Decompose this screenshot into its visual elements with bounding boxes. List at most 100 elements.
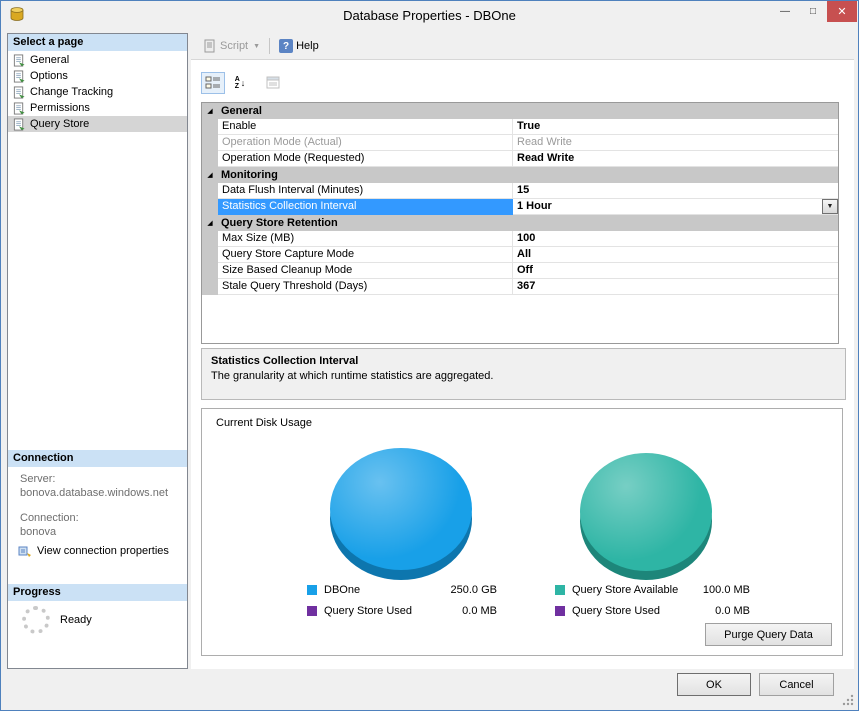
property-label[interactable]: Max Size (MB) [218,231,513,247]
sidebar-item-change-tracking[interactable]: Change Tracking [8,84,187,100]
property-pages-icon [265,75,281,91]
sidebar-item-options[interactable]: Options [8,68,187,84]
grid-row-stale-query-threshold[interactable]: Stale Query Threshold (Days) 367 [202,279,838,295]
collapse-icon[interactable]: ◢ [207,108,212,115]
group-title: Current Disk Usage [216,417,312,429]
dbone-pie-chart [330,448,472,580]
sidebar-item-label: Options [30,70,68,82]
property-value[interactable]: All [513,247,838,263]
legend-item: DBOne 250.0 GB [307,584,497,596]
help-label: Help [296,40,319,52]
description-text: The granularity at which runtime statist… [211,370,836,382]
description-title: Statistics Collection Interval [211,355,836,367]
dialog-window: Database Properties - DBOne — □ ✕ Select… [0,0,859,711]
property-value[interactable]: True [513,119,838,135]
legend-label: Query Store Used [324,605,462,617]
page-icon [12,118,26,131]
page-icon [12,70,26,83]
progress-status: Ready [60,614,92,626]
legend-swatch [307,606,317,616]
property-value: Read Write [513,135,838,151]
property-pages-button[interactable] [261,72,285,94]
current-disk-usage-group: Current Disk Usage DBOne 250.0 GB Query … [201,408,843,656]
sidebar-item-label: General [30,54,69,66]
sidebar-item-permissions[interactable]: Permissions [8,100,187,116]
chevron-down-icon: ▼ [827,199,834,214]
legend-label: DBOne [324,584,451,596]
page-icon [12,86,26,99]
collapse-icon[interactable]: ◢ [207,172,212,179]
grid-category-query-store-retention[interactable]: ◢ Query Store Retention [202,215,838,231]
categorized-button[interactable] [201,72,225,94]
server-value: bonova.database.windows.net [20,487,168,499]
dialog-toolbar: Script ▼ ? Help [191,33,854,59]
view-connection-properties-link[interactable]: View connection properties [18,544,169,558]
property-label[interactable]: Data Flush Interval (Minutes) [218,183,513,199]
grid-row-size-based-cleanup[interactable]: Size Based Cleanup Mode Off [202,263,838,279]
purge-query-data-button[interactable]: Purge Query Data [705,623,832,646]
sidebar: Select a page General Options Change Tra… [7,33,188,669]
help-icon: ? [279,39,293,53]
sidebar-item-query-store[interactable]: Query Store [8,116,187,132]
grid-row-operation-mode-actual[interactable]: Operation Mode (Actual) Read Write [202,135,838,151]
property-label[interactable]: Size Based Cleanup Mode [218,263,513,279]
sidebar-item-label: Query Store [30,118,89,130]
property-value[interactable]: Read Write [513,151,838,167]
maximize-button[interactable]: □ [799,1,827,22]
legend-value: 100.0 MB [703,584,750,596]
property-label[interactable]: Stale Query Threshold (Days) [218,279,513,295]
property-label[interactable]: Query Store Capture Mode [218,247,513,263]
property-value[interactable]: 100 [513,231,838,247]
page-icon [12,54,26,67]
ok-button[interactable]: OK [677,673,751,696]
help-button[interactable]: ? Help [275,37,323,55]
grid-row-data-flush-interval[interactable]: Data Flush Interval (Minutes) 15 [202,183,838,199]
grid-row-operation-mode-requested[interactable]: Operation Mode (Requested) Read Write [202,151,838,167]
property-label[interactable]: Operation Mode (Actual) [218,135,513,151]
connection-properties-icon [18,544,32,558]
property-label[interactable]: Enable [218,119,513,135]
title-bar: Database Properties - DBOne — □ ✕ [1,1,858,31]
legend-value: 0.0 MB [462,605,497,617]
select-a-page-header: Select a page [8,34,187,51]
property-description-pane: Statistics Collection Interval The granu… [201,348,846,400]
property-value[interactable]: 1 Hour ▼ [513,199,838,215]
property-label[interactable]: Operation Mode (Requested) [218,151,513,167]
property-value[interactable]: Off [513,263,838,279]
minimize-button[interactable]: — [771,1,799,22]
close-button[interactable]: ✕ [827,1,857,22]
cancel-button[interactable]: Cancel [759,673,834,696]
legend-item: Query Store Used 0.0 MB [555,605,750,617]
script-icon [203,39,217,53]
legend-swatch [307,585,317,595]
legend-label: Query Store Used [572,605,715,617]
categorized-icon [205,75,221,91]
toolbar-separator [269,38,270,54]
dropdown-button[interactable]: ▼ [822,199,838,214]
category-label: General [218,103,262,119]
legend-swatch [555,585,565,595]
pie-top [330,448,472,570]
page-icon [12,102,26,115]
main-panel: AZ ↓ ◢ General Enable [191,59,854,669]
grid-category-general[interactable]: ◢ General [202,103,838,119]
legend-value: 250.0 GB [451,584,497,596]
collapse-icon[interactable]: ◢ [207,220,212,227]
server-label: Server: [20,473,55,485]
grid-row-enable[interactable]: Enable True [202,119,838,135]
grid-row-statistics-collection-interval[interactable]: Statistics Collection Interval 1 Hour ▼ [202,199,838,215]
resize-grip[interactable] [841,693,855,707]
grid-row-capture-mode[interactable]: Query Store Capture Mode All [202,247,838,263]
grid-category-monitoring[interactable]: ◢ Monitoring [202,167,838,183]
progress-header: Progress [8,584,187,601]
grid-row-max-size[interactable]: Max Size (MB) 100 [202,231,838,247]
script-button[interactable]: Script ▼ [199,37,264,55]
connection-value: bonova [20,526,56,538]
property-value[interactable]: 15 [513,183,838,199]
connection-header: Connection [8,450,187,467]
property-value[interactable]: 367 [513,279,838,295]
sidebar-item-general[interactable]: General [8,52,187,68]
property-label[interactable]: Statistics Collection Interval [218,199,513,215]
alphabetical-sort-button[interactable]: AZ ↓ [228,72,252,94]
property-grid-toolbar: AZ ↓ [201,72,285,94]
